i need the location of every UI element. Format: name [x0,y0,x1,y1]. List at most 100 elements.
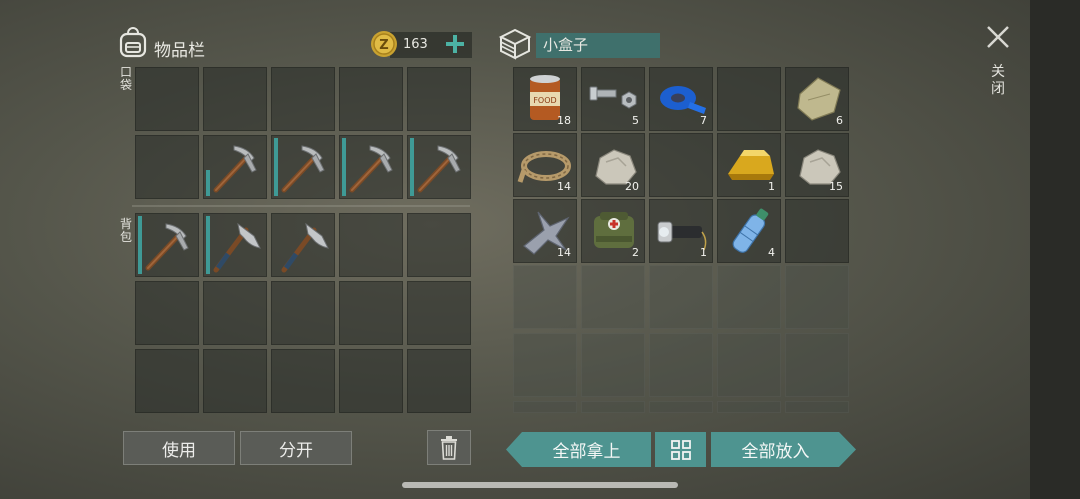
backpack-slot[interactable] [407,349,471,413]
pickaxe-icon [145,223,189,271]
split-button[interactable]: 分开 [240,431,352,465]
backpack-label: 背包 [119,217,132,244]
right-edge-panel [1030,0,1080,499]
sort-button[interactable] [655,432,706,467]
add-coins-button[interactable] [444,33,466,55]
trash-button[interactable] [427,430,471,465]
container-slot[interactable]: 15 [785,133,849,197]
backpack-slot[interactable] [135,349,199,413]
durability-bar [206,170,210,196]
backpack-slot[interactable] [271,213,335,277]
container-slot-locked [649,333,713,397]
backpack-slot[interactable] [203,349,267,413]
coin-count: 163 [403,37,428,52]
item-count: 7 [700,114,707,127]
durability-bar [138,216,142,274]
svg-text:Z: Z [379,38,388,53]
backpack-slot[interactable] [339,281,403,345]
container-slot[interactable] [717,67,781,131]
durability-bar [410,138,414,196]
item-count: 1 [768,180,775,193]
container-slot-locked [513,265,577,329]
section-divider [132,205,470,207]
pocket-slot[interactable] [339,67,403,131]
pocket-slot[interactable] [203,67,267,131]
pickaxe-icon [213,145,257,193]
container-slot[interactable]: 7 [649,67,713,131]
backpack-icon [116,26,150,60]
backpack-slot[interactable] [271,281,335,345]
pocket-slot[interactable] [407,135,471,199]
axe-icon [213,222,261,273]
backpack-slot[interactable] [339,349,403,413]
durability-bar [342,138,346,196]
home-indicator [402,482,678,488]
container-slot-locked [717,265,781,329]
box-icon [497,27,533,61]
container-slot[interactable] [785,199,849,263]
take-all-label: 全部拿上 [552,442,621,462]
container-slot[interactable]: 2 [581,199,645,263]
backpack-slot[interactable] [271,349,335,413]
put-all-button[interactable]: 全部放入 [711,432,856,467]
container-slot-locked [649,401,713,413]
item-count: 5 [632,114,639,127]
item-count: 2 [632,246,639,259]
container-slot-locked [581,333,645,397]
container-slot-locked [581,265,645,329]
backpack-slot[interactable] [135,281,199,345]
container-slot-locked [513,401,577,413]
grid-sort-icon [670,439,691,460]
backpack-slot[interactable] [135,213,199,277]
container-slot[interactable]: 14 [513,199,577,263]
pocket-label: 口袋 [119,65,132,92]
backpack-slot[interactable] [203,281,267,345]
pocket-slot[interactable] [135,67,199,131]
pickaxe-icon [349,145,393,193]
container-slot[interactable]: 1 [717,133,781,197]
item-count: 14 [557,180,571,193]
pocket-slot[interactable] [271,67,335,131]
backpack-slot[interactable] [203,213,267,277]
container-slot[interactable]: 14 [513,133,577,197]
item-count: 6 [836,114,843,127]
container-slot-locked [785,265,849,329]
container-slot-locked [717,401,781,413]
container-name-field[interactable]: 小盒子 [536,33,660,58]
take-all-button[interactable]: 全部拿上 [506,432,651,467]
use-button[interactable]: 使用 [123,431,235,465]
container-slot[interactable]: 1 [649,199,713,263]
container-slot[interactable]: 6 [785,67,849,131]
container-slot[interactable]: 5 [581,67,645,131]
close-icon [987,26,1009,48]
close-label[interactable]: 关闭 [990,64,1006,98]
pickaxe-icon [417,145,461,193]
item-count: 15 [829,180,843,193]
pocket-slot[interactable] [203,135,267,199]
inventory-title: 物品栏 [154,41,205,61]
item-count: 18 [557,114,571,127]
close-button[interactable] [985,24,1011,50]
backpack-slot[interactable] [407,281,471,345]
backpack-slot[interactable] [339,213,403,277]
container-slot[interactable] [649,133,713,197]
item-count: 4 [768,246,775,259]
container-slot-locked [785,333,849,397]
pocket-slot[interactable] [271,135,335,199]
put-all-label: 全部放入 [741,442,810,462]
coin-icon: Z [370,30,398,58]
container-slot[interactable]: FOOD 18 [513,67,577,131]
durability-bar [274,138,278,196]
pocket-slot[interactable] [407,67,471,131]
pocket-slot[interactable] [135,135,199,199]
durability-bar [206,216,210,274]
container-slot[interactable]: 4 [717,199,781,263]
pocket-slot[interactable] [339,135,403,199]
container-slot-locked [785,401,849,413]
container-slot[interactable]: 20 [581,133,645,197]
backpack-slot[interactable] [407,213,471,277]
container-slot-locked [717,333,781,397]
container-slot-locked [513,333,577,397]
item-count: 20 [625,180,639,193]
trash-icon [441,435,457,460]
